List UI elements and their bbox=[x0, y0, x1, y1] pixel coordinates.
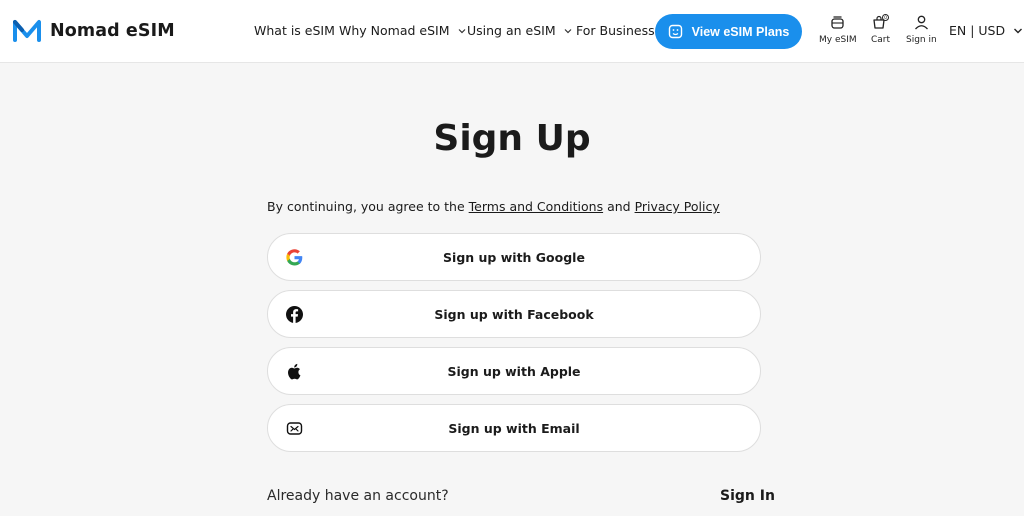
site-header: Nomad eSIM What is eSIM Why Nomad eSIM U… bbox=[0, 0, 1024, 63]
apple-icon bbox=[285, 362, 304, 381]
nav-why-label: Why Nomad eSIM bbox=[339, 23, 450, 38]
email-icon bbox=[285, 419, 304, 438]
chevron-down-icon bbox=[458, 28, 465, 33]
esim-card-icon bbox=[668, 24, 682, 39]
cart-label: Cart bbox=[871, 35, 891, 45]
sign-up-facebook-button[interactable]: Sign up with Facebook bbox=[267, 290, 761, 338]
cart-link[interactable]: 0 Cart bbox=[871, 14, 890, 45]
sign-up-facebook-label: Sign up with Facebook bbox=[434, 306, 594, 322]
view-esim-plans-label: View eSIM Plans bbox=[691, 24, 790, 39]
facebook-icon bbox=[285, 305, 304, 324]
nav-using-an-esim[interactable]: Using an eSIM bbox=[467, 23, 573, 38]
brand-name: Nomad eSIM bbox=[50, 20, 175, 41]
already-have-account-text: Already have an account? bbox=[267, 488, 449, 504]
brand-logo[interactable]: Nomad eSIM bbox=[13, 18, 175, 43]
cart-count: 0 bbox=[884, 15, 887, 21]
terms-notice: By continuing, you agree to the Terms an… bbox=[267, 199, 720, 214]
my-esim-link[interactable]: My eSIM bbox=[819, 14, 857, 45]
nav-business-label: For Business bbox=[576, 23, 655, 38]
view-esim-plans-button[interactable]: View eSIM Plans bbox=[655, 14, 802, 49]
sign-up-apple-button[interactable]: Sign up with Apple bbox=[267, 347, 761, 395]
esim-stack-icon bbox=[831, 16, 844, 29]
locale-label: EN | USD bbox=[949, 23, 1006, 38]
page-title: Sign Up bbox=[433, 118, 591, 159]
nomad-logo-icon bbox=[13, 20, 41, 42]
privacy-policy-link[interactable]: Privacy Policy bbox=[635, 199, 720, 214]
sign-up-google-label: Sign up with Google bbox=[443, 249, 585, 265]
sign-up-apple-label: Sign up with Apple bbox=[447, 363, 581, 379]
sign-up-email-label: Sign up with Email bbox=[448, 420, 580, 436]
cart-icon: 0 bbox=[873, 14, 890, 29]
sign-in-link-bottom[interactable]: Sign In bbox=[720, 488, 775, 504]
terms-prefix: By continuing, you agree to the bbox=[267, 199, 469, 214]
locale-selector[interactable]: EN | USD bbox=[949, 23, 1023, 38]
sign-up-email-button[interactable]: Sign up with Email bbox=[267, 404, 761, 452]
sign-up-google-button[interactable]: Sign up with Google bbox=[267, 233, 761, 281]
nav-why-nomad-esim[interactable]: Why Nomad eSIM bbox=[339, 23, 467, 38]
sign-in-label: Sign in bbox=[906, 35, 937, 45]
terms-and: and bbox=[603, 199, 635, 214]
nav-what-is-esim[interactable]: What is eSIM bbox=[254, 23, 335, 38]
chevron-down-icon bbox=[1014, 28, 1023, 33]
nav-using-label: Using an eSIM bbox=[467, 23, 556, 38]
user-icon bbox=[914, 15, 928, 30]
nav-for-business[interactable]: For Business bbox=[576, 23, 655, 38]
my-esim-label: My eSIM bbox=[819, 35, 857, 45]
sign-in-link[interactable]: Sign in bbox=[906, 14, 937, 45]
terms-and-conditions-link[interactable]: Terms and Conditions bbox=[469, 199, 603, 214]
nav-what-is-esim-label: What is eSIM bbox=[254, 23, 335, 38]
google-icon bbox=[285, 248, 304, 267]
chevron-down-icon bbox=[564, 28, 572, 33]
